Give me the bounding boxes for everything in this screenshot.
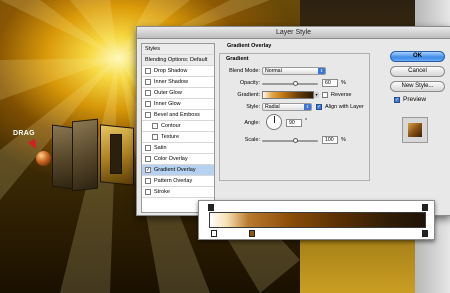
- scale-unit: %: [341, 137, 346, 143]
- blend-mode-select[interactable]: Normal ⇕: [262, 67, 326, 75]
- inner-glow-checkbox[interactable]: [145, 101, 151, 107]
- style-item-bevel-emboss[interactable]: Bevel and Emboss: [142, 110, 214, 121]
- angle-needle: [274, 116, 275, 123]
- align-with-layer-checkbox[interactable]: ✓: [316, 104, 322, 110]
- color-stop-brown[interactable]: [249, 230, 255, 237]
- preview-label: Preview: [403, 96, 427, 103]
- preview-checkbox[interactable]: ✓: [394, 97, 400, 103]
- style-item-label: Satin: [154, 145, 167, 151]
- style-item-label: Stroke: [154, 189, 170, 195]
- gradient-overlay-checkbox[interactable]: ✓: [145, 167, 151, 173]
- styles-header-label: Styles: [145, 46, 160, 52]
- style-item-label: Bevel and Emboss: [154, 112, 200, 118]
- dialog-title: Layer Style: [275, 29, 312, 36]
- style-item-label: Pattern Overlay: [154, 178, 193, 184]
- style-item-pattern-overlay[interactable]: Pattern Overlay: [142, 176, 214, 187]
- gradient-group: Gradient Blend Mode: Normal ⇕ Opacity: 6…: [219, 53, 370, 181]
- style-item-label: Outer Glow: [154, 90, 182, 96]
- outer-glow-checkbox[interactable]: [145, 90, 151, 96]
- style-value: Radial: [265, 104, 280, 110]
- style-preview-swatch: [408, 123, 422, 137]
- angle-input[interactable]: 90: [286, 119, 302, 127]
- gradient-dropdown-icon[interactable]: ▾: [314, 92, 319, 98]
- scale-slider[interactable]: [262, 140, 318, 142]
- blending-options-label: Blending Options: Default: [145, 57, 208, 63]
- style-item-label: Gradient Overlay: [154, 167, 196, 173]
- blending-options-item[interactable]: Blending Options: Default: [142, 55, 214, 66]
- opacity-slider-thumb[interactable]: [292, 81, 298, 86]
- opacity-slider[interactable]: [262, 83, 318, 85]
- style-item-label: Inner Shadow: [154, 79, 188, 85]
- gradient-label: Gradient:: [237, 92, 260, 98]
- opacity-unit: %: [341, 80, 346, 86]
- angle-label: Angle:: [244, 120, 260, 126]
- style-select[interactable]: Radial ⇕: [262, 103, 312, 111]
- style-item-contour[interactable]: Contour: [142, 121, 214, 132]
- pattern-overlay-checkbox[interactable]: [145, 178, 151, 184]
- select-arrows-icon: ⇕: [304, 104, 311, 110]
- new-style-button[interactable]: New Style...: [390, 81, 445, 92]
- style-item-outer-glow[interactable]: Outer Glow: [142, 88, 214, 99]
- layer-style-dialog: Layer Style Styles Blending Options: Def…: [136, 26, 450, 216]
- style-item-satin[interactable]: Satin: [142, 143, 214, 154]
- scale-input[interactable]: 100: [322, 136, 338, 144]
- reverse-checkbox[interactable]: [322, 92, 328, 98]
- blend-mode-label: Blend Mode:: [229, 68, 260, 74]
- inner-shadow-checkbox[interactable]: [145, 79, 151, 85]
- style-item-inner-glow[interactable]: Inner Glow: [142, 99, 214, 110]
- ok-button[interactable]: OK: [390, 51, 445, 62]
- angle-dial[interactable]: [266, 114, 282, 130]
- opacity-stop-left[interactable]: [208, 204, 214, 211]
- opacity-stop-right[interactable]: [422, 204, 428, 211]
- align-with-layer-label: Align with Layer: [325, 104, 364, 110]
- gradient-bar[interactable]: [209, 212, 426, 228]
- style-item-label: Color Overlay: [154, 156, 188, 162]
- style-item-label: Texture: [161, 134, 180, 140]
- styles-header[interactable]: Styles: [142, 44, 214, 55]
- style-label: Style:: [246, 104, 260, 110]
- satin-checkbox[interactable]: [145, 145, 151, 151]
- reverse-label: Reverse: [331, 92, 352, 98]
- blend-mode-value: Normal: [265, 68, 282, 74]
- style-item-color-overlay[interactable]: Color Overlay: [142, 154, 214, 165]
- style-item-inner-shadow[interactable]: Inner Shadow: [142, 77, 214, 88]
- style-item-texture[interactable]: Texture: [142, 132, 214, 143]
- section-title: Gradient Overlay: [227, 43, 272, 49]
- dialog-titlebar[interactable]: Layer Style: [137, 27, 450, 39]
- drag-label: DRAG: [13, 130, 35, 137]
- style-item-drop-shadow[interactable]: Drop Shadow: [142, 66, 214, 77]
- styles-list: Styles Blending Options: Default Drop Sh…: [141, 43, 215, 213]
- scale-slider-thumb[interactable]: [292, 138, 298, 143]
- angle-unit: °: [305, 118, 308, 124]
- opacity-input[interactable]: 60: [322, 79, 338, 87]
- gradient-swatch[interactable]: [262, 91, 314, 99]
- scale-label: Scale:: [244, 137, 260, 143]
- bevel-emboss-checkbox[interactable]: [145, 112, 151, 118]
- style-item-stroke[interactable]: Stroke: [142, 187, 214, 198]
- color-overlay-checkbox[interactable]: [145, 156, 151, 162]
- stroke-checkbox[interactable]: [145, 189, 151, 195]
- style-item-label: Inner Glow: [154, 101, 181, 107]
- select-arrows-icon: ⇕: [318, 68, 325, 74]
- drop-shadow-checkbox[interactable]: [145, 68, 151, 74]
- color-stop-dark[interactable]: [422, 230, 428, 237]
- dialog-buttons: OK Cancel New Style... ✓ Preview: [390, 41, 448, 143]
- opacity-label: Opacity:: [239, 80, 260, 86]
- cancel-button[interactable]: Cancel: [390, 66, 445, 77]
- color-stop-white[interactable]: [211, 230, 217, 237]
- style-item-label: Contour: [161, 123, 181, 129]
- style-item-gradient-overlay[interactable]: ✓ Gradient Overlay: [142, 165, 214, 176]
- contour-checkbox[interactable]: [152, 123, 158, 129]
- style-item-label: Drop Shadow: [154, 68, 188, 74]
- gradient-overlay-settings: Gradient Overlay Gradient Blend Mode: No…: [219, 41, 371, 211]
- texture-checkbox[interactable]: [152, 134, 158, 140]
- stone-letters-artwork: [48, 116, 140, 198]
- gradient-editor-strip: [198, 200, 435, 240]
- style-preview-thumbnail: [402, 117, 428, 143]
- group-title: Gradient: [226, 56, 249, 62]
